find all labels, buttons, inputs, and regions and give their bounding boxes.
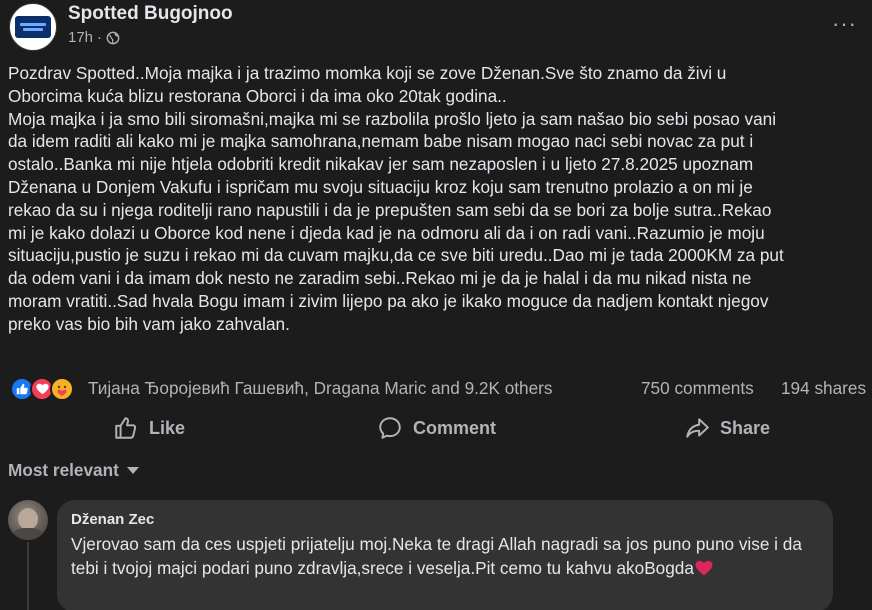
comment-button-label: Comment xyxy=(413,417,497,438)
share-button[interactable]: Share xyxy=(684,410,770,446)
page-name-link[interactable]: Spotted Bugojnoo xyxy=(68,3,233,25)
more-options-icon[interactable]: ··· xyxy=(832,13,862,35)
globe-icon xyxy=(106,31,120,44)
page-logo xyxy=(15,16,51,38)
commenter-avatar[interactable] xyxy=(8,500,48,540)
comment-button[interactable]: Comment xyxy=(377,410,496,446)
comment-bubble: Dženan Zec Vjerovao sam da ces uspjeti p… xyxy=(57,500,833,610)
like-button[interactable]: Like xyxy=(113,410,185,446)
chevron-down-icon xyxy=(126,467,139,474)
avatar-face xyxy=(18,508,38,530)
like-button-label: Like xyxy=(149,417,186,438)
post-actions-bar: Like Comment Share xyxy=(0,410,872,446)
comment-text: Vjerovao sam da ces uspjeti prijatelju m… xyxy=(71,532,821,580)
reaction-icons[interactable] xyxy=(10,376,82,402)
heart-icon xyxy=(695,560,713,576)
meta-separator: · xyxy=(97,29,103,46)
post-time-link[interactable]: 17h xyxy=(68,29,93,46)
post-body-text: Pozdrav Spotted..Moja majka i ja trazimo… xyxy=(8,63,784,334)
care-reaction-icon xyxy=(50,377,74,401)
reactions-summary: Тијана Ђоројевић Гашевић, Dragana Maric … xyxy=(0,374,872,404)
comments-count-link[interactable]: 750 comments xyxy=(641,378,754,399)
thumbs-up-icon xyxy=(115,417,137,439)
post-header: Spotted Bugojnoo 17h · ··· xyxy=(0,0,872,60)
share-button-label: Share xyxy=(720,417,771,438)
post-meta: 17h · xyxy=(68,29,120,46)
comment-body: Vjerovao sam da ces uspjeti prijatelju m… xyxy=(71,534,802,578)
avatar-body xyxy=(12,528,44,540)
comment-bubble-icon xyxy=(379,417,401,439)
sort-label: Most relevant xyxy=(8,460,119,480)
page-avatar[interactable] xyxy=(9,3,57,51)
share-arrow-icon xyxy=(686,418,709,438)
reactors-text[interactable]: Тијана Ђоројевић Гашевић, Dragana Maric … xyxy=(88,378,552,399)
comment-sort-dropdown[interactable]: Most relevant xyxy=(8,460,139,481)
thread-line xyxy=(27,542,29,610)
comment-author-link[interactable]: Dženan Zec xyxy=(71,511,154,528)
shares-count-link[interactable]: 194 shares xyxy=(781,378,866,399)
